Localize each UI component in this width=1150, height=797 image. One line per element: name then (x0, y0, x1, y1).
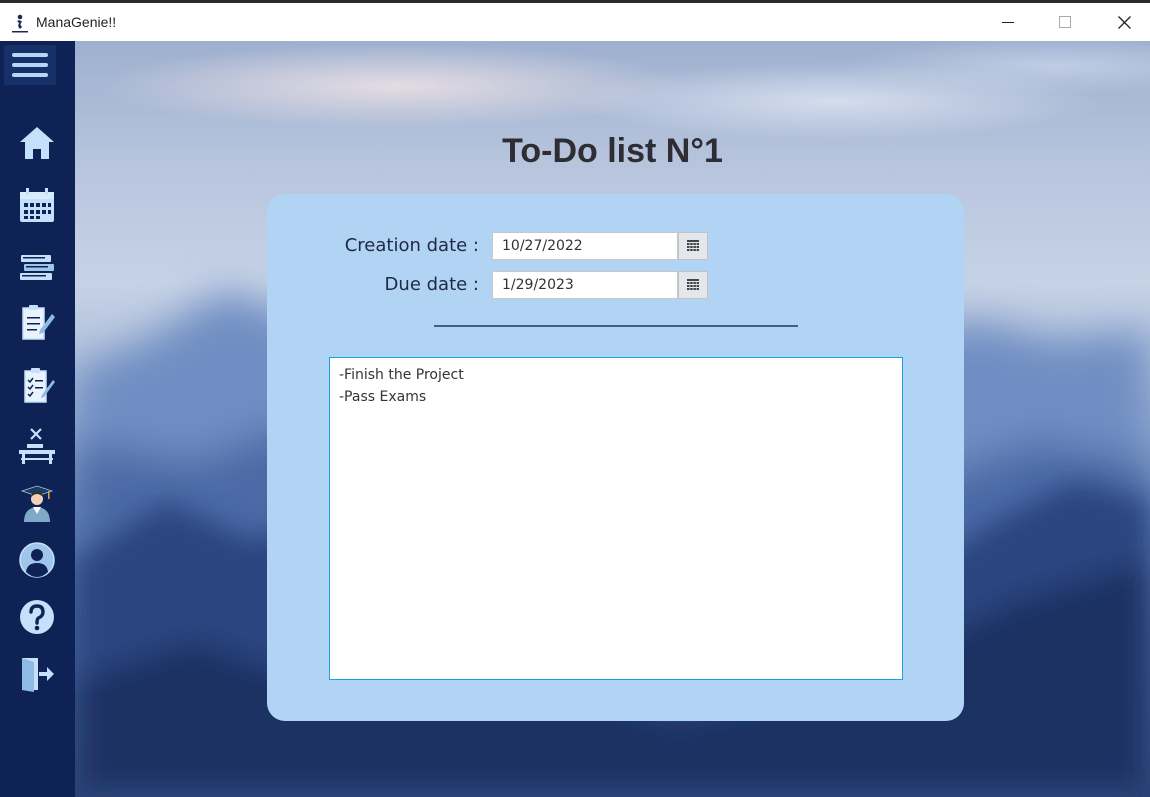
todo-line: -Finish the Project (339, 367, 464, 383)
minimize-icon (1002, 22, 1014, 23)
calendar-grid-icon (687, 279, 699, 290)
creation-date-picker-button[interactable] (678, 232, 708, 260)
sidebar-item-profile[interactable] (14, 538, 60, 582)
sidebar-item-exams[interactable] (14, 424, 60, 468)
sidebar (0, 41, 75, 797)
calendar-icon (20, 188, 54, 222)
todo-line: -Pass Exams (339, 389, 427, 405)
notes-edit-icon (22, 305, 55, 340)
sidebar-item-library[interactable] (14, 245, 60, 289)
todo-notes-textarea[interactable]: -Finish the Project -Pass Exams (329, 357, 903, 680)
sidebar-item-help[interactable] (14, 595, 60, 639)
sidebar-item-logout[interactable] (14, 652, 60, 696)
window-titlebar: ManaGenie!! (0, 3, 1150, 42)
creation-date-input[interactable]: 10/27/2022 (492, 232, 678, 260)
sidebar-item-tasks[interactable] (14, 362, 60, 406)
due-date-picker-button[interactable] (678, 271, 708, 299)
calendar-grid-icon (687, 240, 699, 251)
window-title: ManaGenie!! (36, 14, 117, 30)
desk-icon (19, 428, 55, 464)
home-icon (20, 127, 54, 159)
books-icon (20, 255, 54, 280)
page-title: To-Do list N°1 (502, 132, 723, 170)
sidebar-item-notes[interactable] (14, 300, 60, 344)
sidebar-item-students[interactable] (14, 482, 60, 526)
maximize-icon (1059, 16, 1071, 28)
graduate-icon (20, 485, 54, 522)
sidebar-item-home[interactable] (14, 121, 60, 165)
section-divider (434, 325, 798, 327)
logout-icon (22, 658, 54, 692)
managenie-logo-icon (10, 13, 30, 35)
creation-date-label: Creation date : (344, 235, 479, 256)
minimize-button[interactable] (985, 3, 1031, 41)
help-icon (20, 600, 54, 634)
close-icon (1117, 15, 1131, 29)
main-content: To-Do list N°1 Creation date : 10/27/202… (75, 41, 1150, 797)
todo-card: Creation date : 10/27/2022 Due date : 1/… (267, 194, 964, 721)
maximize-button[interactable] (1042, 3, 1088, 41)
menu-toggle-button[interactable] (4, 45, 56, 85)
sidebar-item-calendar[interactable] (14, 183, 60, 227)
hamburger-menu-icon (12, 53, 48, 77)
checklist-icon (24, 368, 55, 403)
due-date-input[interactable]: 1/29/2023 (492, 271, 678, 299)
close-button[interactable] (1101, 3, 1147, 41)
due-date-label: Due date : (384, 274, 479, 295)
user-profile-icon (19, 542, 55, 578)
